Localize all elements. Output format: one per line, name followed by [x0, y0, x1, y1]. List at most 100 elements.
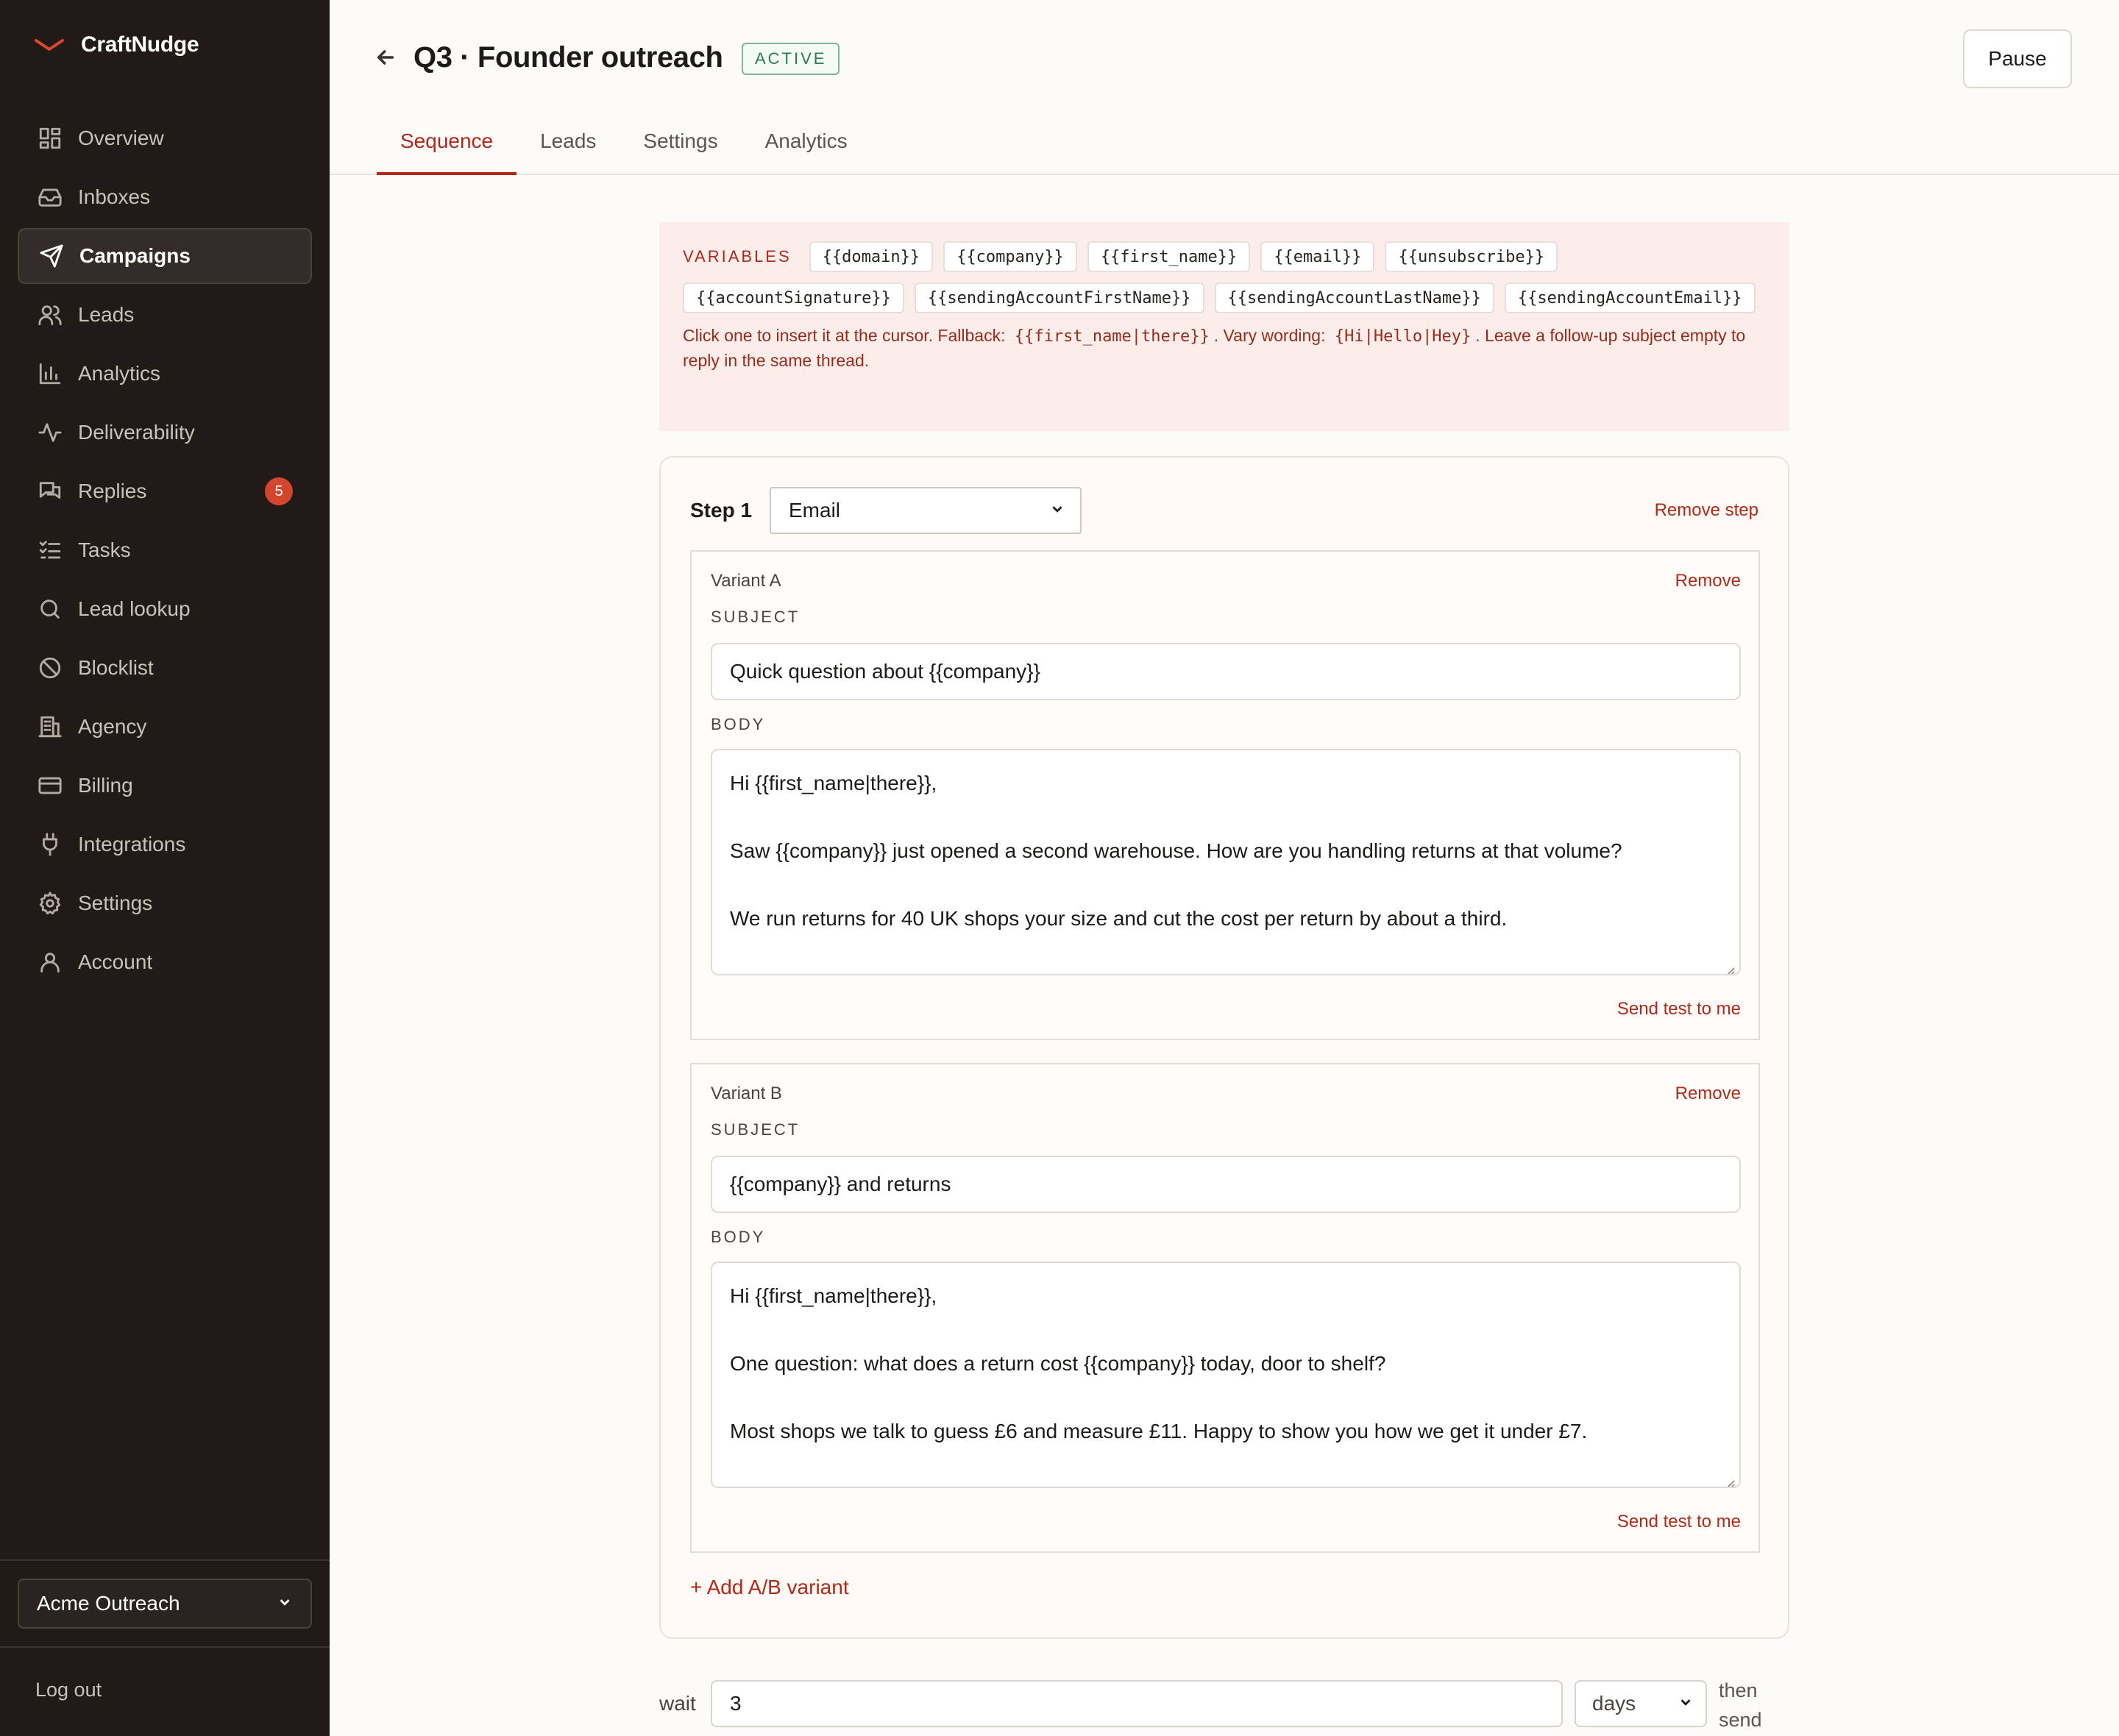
wait-days-input[interactable]: 3 [711, 1680, 1563, 1727]
body-line: One question: what does a return cost {{… [730, 1352, 1386, 1375]
sidebar-item-label: Lead lookup [78, 597, 191, 620]
sidebar-divider [0, 1646, 330, 1648]
sidebar-item-label: Blocklist [78, 656, 154, 679]
sidebar-item-label: Replies [78, 480, 147, 502]
logout-link[interactable]: Log out [35, 1679, 102, 1701]
sidebar-item-label: Account [78, 950, 153, 973]
user-icon [37, 949, 63, 975]
chevron-down-icon [1678, 1692, 1694, 1715]
subject-input[interactable]: Quick question about {{company}} [711, 643, 1741, 700]
subject-label: SUBJECT [711, 608, 801, 626]
sidebar-item-label: Billing [78, 774, 133, 797]
sidebar-item-overview[interactable]: Overview [18, 110, 312, 166]
credit-card-icon [37, 772, 63, 799]
wait-unit-select[interactable]: days [1575, 1680, 1707, 1727]
page-title: Q3 · Founder outreach [413, 41, 723, 74]
sidebar-item-label: Overview [78, 127, 164, 149]
send-test-button[interactable]: Send test to me [1617, 1512, 1741, 1532]
chevron-down-icon [277, 1592, 293, 1615]
body-line: Hi {{first_name|there}}, [730, 1284, 937, 1307]
variant-title: Variant B [711, 1084, 782, 1103]
sidebar-item-label: Analytics [78, 362, 161, 385]
sidebar-nav: Overview Inboxes Campaigns Leads Analyti… [18, 110, 312, 993]
chevron-down-icon [1049, 499, 1065, 522]
workspace-select[interactable]: Acme Outreach [18, 1579, 312, 1629]
resize-handle-icon[interactable] [1723, 958, 1735, 974]
sidebar-item-label: Deliverability [78, 421, 195, 444]
variable-chip[interactable]: {{domain}} [809, 241, 934, 272]
page-header: Q3 · Founder outreach ACTIVE Pause Seque… [330, 0, 2119, 175]
add-ab-variant-button[interactable]: + Add A/B variant [690, 1576, 849, 1599]
remove-variant-button[interactable]: Remove [1675, 571, 1741, 591]
sidebar-item-leads[interactable]: Leads [18, 287, 312, 343]
grid-icon [37, 125, 63, 152]
sidebar-item-settings[interactable]: Settings [18, 875, 312, 931]
remove-variant-button[interactable]: Remove [1675, 1084, 1741, 1104]
sidebar-divider [0, 1559, 330, 1561]
then-send-label: then send [1719, 1679, 1762, 1731]
bar-chart-icon [37, 360, 63, 387]
body-line [730, 868, 1722, 902]
send-test-button[interactable]: Send test to me [1617, 999, 1741, 1020]
app-name: CraftNudge [81, 32, 199, 57]
body-textarea[interactable]: Hi {{first_name|there}}, Saw {{company}}… [711, 749, 1741, 975]
sidebar-item-label: Integrations [78, 833, 186, 855]
resize-handle-icon[interactable] [1723, 1470, 1735, 1487]
tab-bar: Sequence Leads Settings Analytics [377, 118, 871, 175]
gear-icon [37, 890, 63, 917]
sidebar-item-campaigns[interactable]: Campaigns [18, 228, 312, 284]
variable-chip[interactable]: {{company}} [943, 241, 1077, 272]
search-icon [37, 596, 63, 622]
sidebar-item-replies[interactable]: Replies 5 [18, 463, 312, 519]
status-badge: ACTIVE [742, 43, 840, 75]
activity-icon [37, 419, 63, 446]
send-icon [38, 243, 65, 269]
sidebar-item-integrations[interactable]: Integrations [18, 817, 312, 872]
body-line [730, 936, 1722, 970]
workspace-select-value: Acme Outreach [37, 1592, 180, 1615]
step-type-select[interactable]: Email [770, 487, 1082, 534]
sidebar-item-deliverability[interactable]: Deliverability [18, 405, 312, 460]
sidebar-item-label: Leads [78, 303, 135, 326]
body-line [730, 1313, 1722, 1347]
sidebar-item-analytics[interactable]: Analytics [18, 346, 312, 402]
variable-chip[interactable]: {{email}} [1260, 241, 1375, 272]
remove-step-button[interactable]: Remove step [1655, 500, 1758, 521]
variable-chip[interactable]: {{sendingAccountEmail}} [1504, 282, 1756, 313]
variable-chip[interactable]: {{accountSignature}} [683, 282, 904, 313]
step-card: Step 1 Email Remove step Variant A Remov… [659, 456, 1789, 1639]
tab-leads[interactable]: Leads [517, 118, 620, 175]
subject-input[interactable]: {{company}} and returns [711, 1156, 1741, 1213]
variant-b-card: Variant B Remove SUBJECT {{company}} and… [690, 1063, 1760, 1553]
tab-sequence[interactable]: Sequence [377, 118, 517, 175]
tab-analytics[interactable]: Analytics [742, 118, 871, 175]
building-icon [37, 714, 63, 740]
variable-chip[interactable]: {{sendingAccountFirstName}} [914, 282, 1204, 313]
sidebar-item-agency[interactable]: Agency [18, 699, 312, 755]
variable-chip[interactable]: {{first_name}} [1087, 241, 1251, 272]
body-line [730, 1448, 1722, 1482]
sidebar-item-lead-lookup[interactable]: Lead lookup [18, 581, 312, 637]
body-line: thanks [730, 1482, 1722, 1487]
body-label: BODY [711, 1228, 766, 1246]
sidebar-item-blocklist[interactable]: Blocklist [18, 640, 312, 696]
sidebar-item-tasks[interactable]: Tasks [18, 522, 312, 578]
step-label: Step 1 [690, 499, 753, 522]
tab-settings[interactable]: Settings [620, 118, 741, 175]
pause-button[interactable]: Pause [1963, 29, 2072, 88]
checklist-icon [37, 537, 63, 563]
body-line: We run returns for 40 UK shops your size… [730, 907, 1508, 930]
sidebar-item-billing[interactable]: Billing [18, 758, 312, 814]
variable-chip[interactable]: {{unsubscribe}} [1385, 241, 1558, 272]
users-icon [37, 302, 63, 328]
spintax-example: {Hi|Hello|Hey} [1334, 327, 1472, 346]
variable-chip[interactable]: {{sendingAccountLastName}} [1214, 282, 1494, 313]
sidebar-item-label: Tasks [78, 538, 131, 561]
sidebar-item-label: Agency [78, 715, 147, 738]
body-textarea[interactable]: Hi {{first_name|there}}, One question: w… [711, 1262, 1741, 1488]
sidebar-item-account[interactable]: Account [18, 934, 312, 990]
sidebar-item-inboxes[interactable]: Inboxes [18, 169, 312, 225]
back-arrow-icon[interactable] [374, 46, 400, 72]
brand[interactable]: CraftNudge [34, 32, 199, 57]
variables-panel: VARIABLES {{domain}} {{company}} {{first… [659, 222, 1789, 431]
